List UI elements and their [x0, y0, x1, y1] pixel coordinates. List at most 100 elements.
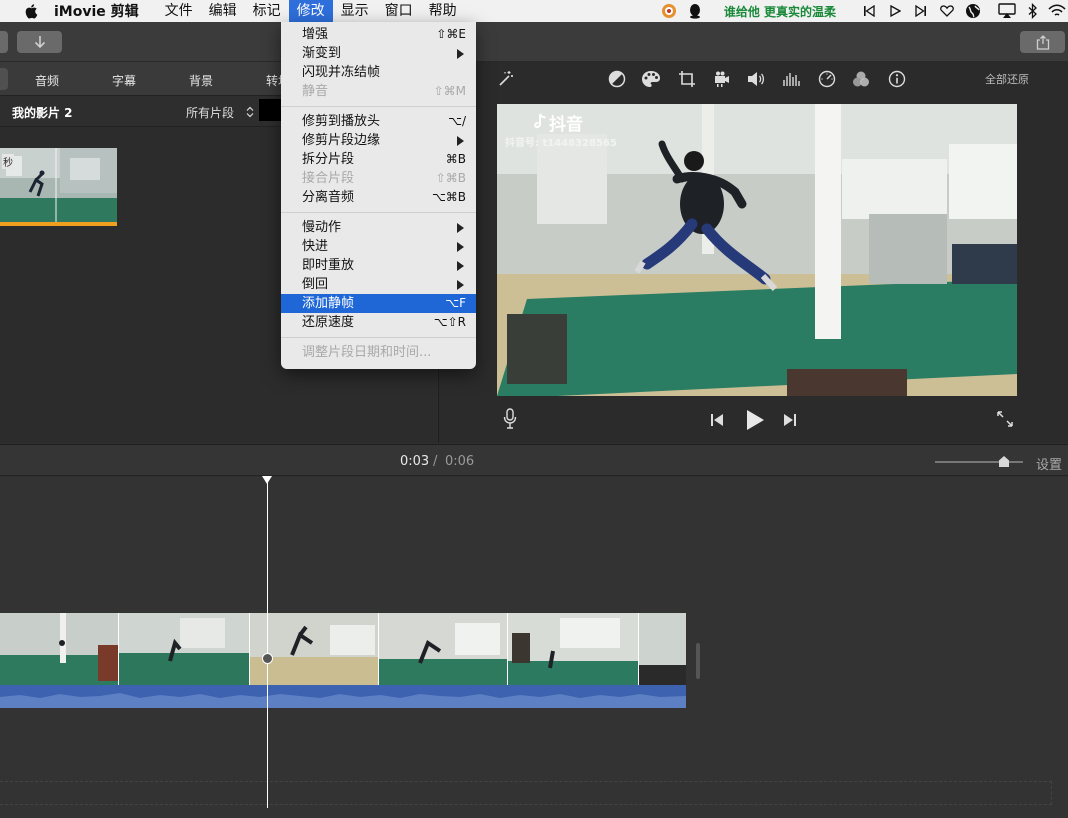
- video-preview: 抖音 抖音号: t1448328565: [497, 104, 1017, 396]
- next-track-icon[interactable]: [908, 0, 934, 22]
- submenu-arrow-icon: [457, 49, 464, 59]
- background-music-well[interactable]: [0, 781, 1052, 805]
- audio-waveform[interactable]: [0, 685, 686, 708]
- timecode-bar: 0:03 / 0:06 设置: [0, 444, 1068, 476]
- menu-modify[interactable]: 修改: [288, 0, 333, 22]
- menu-item-fade-to[interactable]: 渐变到: [281, 44, 476, 63]
- menu-item-slow-motion[interactable]: 慢动作: [281, 218, 476, 237]
- apple-icon[interactable]: [21, 3, 41, 19]
- menu-item-instant-replay[interactable]: 即时重放: [281, 256, 476, 275]
- menu-item-trim-clip-edges[interactable]: 修剪片段边缘: [281, 131, 476, 150]
- zoom-slider-thumb[interactable]: [999, 456, 1009, 467]
- reset-all-button[interactable]: 全部还原: [985, 71, 1029, 87]
- clip-filter-icon[interactable]: [851, 69, 871, 89]
- menu-mark[interactable]: 标记: [245, 0, 289, 22]
- settings-button[interactable]: 设置: [1036, 454, 1062, 473]
- menu-item-trim-to-playhead[interactable]: 修剪到播放头 ⌥/: [281, 112, 476, 131]
- menu-item-fast-forward[interactable]: 快进: [281, 237, 476, 256]
- playhead[interactable]: [267, 480, 268, 808]
- clip-duration-badge: 秒: [2, 154, 14, 169]
- menu-file[interactable]: 文件: [157, 0, 201, 22]
- app-menu[interactable]: iMovie 剪辑: [54, 1, 139, 21]
- douyin-id-watermark: 抖音号: t1448328565: [505, 138, 617, 149]
- status-tray: 谁给他 更真实的温柔: [656, 0, 1068, 22]
- bluetooth-icon[interactable]: [1020, 0, 1046, 22]
- menu-separator: [281, 212, 476, 213]
- menu-window[interactable]: 窗口: [377, 0, 421, 22]
- airplay-display-icon[interactable]: [994, 0, 1020, 22]
- viewer: 全部还原 抖音 抖音号: t1448328565: [438, 62, 1068, 443]
- menu-item-split-clip[interactable]: 拆分片段 ⌘B: [281, 150, 476, 169]
- douyin-logo-icon: [534, 113, 546, 129]
- now-playing-text[interactable]: 谁给他 更真实的温柔: [724, 3, 836, 20]
- globe-icon[interactable]: [960, 0, 986, 22]
- color-balance-icon[interactable]: [607, 69, 627, 89]
- skip-forward-icon[interactable]: [783, 413, 797, 427]
- play-icon[interactable]: [882, 0, 908, 22]
- info-icon[interactable]: [887, 69, 907, 89]
- total-duration: 0:06: [445, 454, 475, 469]
- weibo-icon[interactable]: [656, 0, 682, 22]
- submenu-arrow-icon: [457, 223, 464, 233]
- submenu-arrow-icon: [457, 136, 464, 146]
- menu-item-add-freeze-frame[interactable]: 添加静帧 ⌥F: [281, 294, 476, 313]
- clip-filter-select[interactable]: 所有片段: [186, 104, 234, 121]
- crop-icon[interactable]: [677, 69, 697, 89]
- douyin-watermark: 抖音: [549, 115, 583, 135]
- select-chevron-icon: [246, 106, 254, 118]
- clip-thumbnail[interactable]: 秒: [0, 148, 117, 226]
- share-icon: [1036, 34, 1049, 50]
- menu-item-adjust-clip-date: 调整片段日期和时间...: [302, 345, 432, 360]
- media-button[interactable]: [0, 31, 8, 53]
- timeline-scroll-handle[interactable]: [696, 643, 700, 679]
- waveform-image: [0, 685, 686, 708]
- menu-bar: iMovie 剪辑 文件 编辑 标记 修改 显示 窗口 帮助 谁给他 更真实的温…: [0, 0, 1068, 22]
- skip-back-icon[interactable]: [710, 413, 724, 427]
- toolbar: [0, 22, 1068, 62]
- current-time: 0:03: [400, 454, 430, 469]
- menu-item-detach-audio[interactable]: 分离音频 ⌥⌘B: [281, 188, 476, 207]
- tab-titles[interactable]: 字幕: [112, 72, 136, 89]
- skimmer-knob[interactable]: [262, 653, 273, 664]
- share-button[interactable]: [1020, 31, 1065, 53]
- timeline: [0, 477, 1068, 818]
- time-separator: /: [433, 454, 438, 469]
- voiceover-mic-icon[interactable]: [503, 408, 517, 430]
- menu-item-mute: 静音 ⇧⌘M: [302, 84, 466, 99]
- play-button-icon[interactable]: [745, 409, 765, 431]
- menu-separator: [281, 337, 476, 338]
- menu-separator: [281, 106, 476, 107]
- tab-backgrounds[interactable]: 背景: [189, 72, 213, 89]
- qq-icon[interactable]: [682, 0, 708, 22]
- zoom-slider-track[interactable]: [935, 461, 1023, 463]
- import-button[interactable]: [17, 31, 62, 53]
- tab-audio[interactable]: 音频: [35, 72, 59, 89]
- menu-item-rewind[interactable]: 倒回: [281, 275, 476, 294]
- submenu-arrow-icon: [457, 280, 464, 290]
- tab-media[interactable]: [0, 68, 8, 90]
- menu-edit[interactable]: 编辑: [201, 0, 245, 22]
- menu-item-reset-speed[interactable]: 还原速度 ⌥⇧R: [281, 313, 476, 332]
- volume-icon[interactable]: [746, 69, 766, 89]
- equalizer-icon[interactable]: [781, 69, 801, 89]
- speed-icon[interactable]: [817, 69, 837, 89]
- import-down-arrow-icon: [34, 36, 45, 49]
- project-title: 我的影片 2: [12, 106, 73, 120]
- modify-menu-dropdown: 增强 ⇧⌘E 渐变到 闪现并冻结帧 静音 ⇧⌘M 修剪到播放头 ⌥/ 修剪片段边缘 拆…: [281, 22, 476, 369]
- menu-item-flash-freeze[interactable]: 闪现并冻结帧: [281, 63, 476, 82]
- timeline-clip[interactable]: [0, 613, 686, 685]
- stabilization-camera-icon[interactable]: [711, 69, 731, 89]
- menu-help[interactable]: 帮助: [421, 0, 465, 22]
- wifi-icon[interactable]: [1046, 0, 1068, 22]
- adjust-toolbar: 全部还原: [439, 62, 1068, 96]
- heart-icon[interactable]: [934, 0, 960, 22]
- menu-item-join-clip: 接合片段 ⇧⌘B: [302, 171, 466, 186]
- magic-wand-icon[interactable]: [495, 69, 515, 89]
- submenu-arrow-icon: [457, 242, 464, 252]
- fullscreen-icon[interactable]: [996, 410, 1014, 428]
- menu-item-enhance[interactable]: 增强 ⇧⌘E: [281, 25, 476, 44]
- clip-filmstrip: [0, 613, 686, 685]
- color-palette-icon[interactable]: [641, 69, 661, 89]
- menu-view[interactable]: 显示: [333, 0, 377, 22]
- previous-track-icon[interactable]: [856, 0, 882, 22]
